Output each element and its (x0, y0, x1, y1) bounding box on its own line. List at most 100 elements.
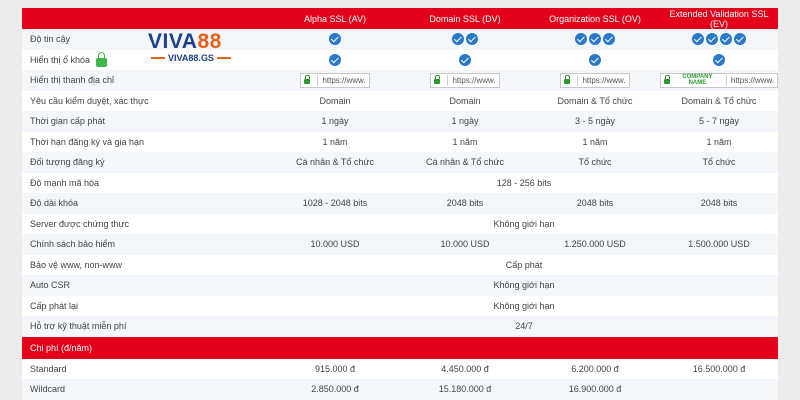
row-label: Wildcard (22, 379, 270, 400)
cell: 1 năm (322, 136, 348, 147)
cell-merged: Không giới hạn (493, 218, 555, 229)
cell: 2048 bits (530, 193, 660, 214)
header-alpha-ssl: Alpha SSL (AV) (270, 8, 400, 29)
address-dv: https://www. (400, 70, 530, 91)
price-cell: 4.450.000 đ (441, 363, 489, 374)
cell: 2048 bits (660, 193, 778, 214)
header-domain-ssl: Domain SSL (DV) (400, 8, 530, 29)
price-cell: 915.000 đ (314, 363, 356, 374)
row-label: Đối tượng đăng ký (22, 152, 270, 173)
ssl-comparison-table: Alpha SSL (AV) Domain SSL (DV) Organizat… (22, 8, 778, 400)
row-label: Auto CSR (22, 275, 270, 296)
trust-checks-ev (660, 29, 778, 50)
row-label: Hiển thị ổ khóa (30, 54, 91, 65)
pricing-title: Chi phí (đ/năm) (22, 336, 778, 359)
cell: Tổ chức (530, 152, 660, 173)
header-organization-ssl: Organization SSL (OV) (530, 8, 660, 29)
price-cell: 16.900.000 đ (530, 379, 660, 400)
lock-ov (530, 50, 660, 71)
address-bar-sample: https://www. (430, 72, 500, 88)
row-price-standard: Standard 915.000 đ 4.450.000 đ 6.200.000… (22, 359, 778, 380)
cell-merged: 128 - 256 bits (496, 177, 552, 188)
check-icon (713, 53, 725, 66)
cell: 1 ngày (400, 111, 530, 132)
lock-icon (564, 74, 571, 84)
padlock-icon (96, 51, 108, 67)
cell: 3 - 5 ngày (530, 111, 660, 132)
divider (317, 74, 319, 86)
row-term: Thời hạn đăng ký và gia hạn 1 năm 1 năm … (22, 132, 778, 153)
row-label: Standard (30, 363, 67, 374)
lock-icon (434, 74, 441, 84)
divider (447, 74, 449, 86)
cell: 1028 - 2048 bits (270, 193, 400, 214)
logo-number: 88 (197, 30, 222, 53)
cell-merged: Cấp phát (505, 259, 543, 270)
cell: Domain & Tổ chức (681, 95, 757, 106)
address-ev: COMPANY NAME https://www. (660, 70, 778, 91)
check-icon (466, 33, 478, 46)
row-auto-csr: Auto CSR Không giới hạn (22, 275, 778, 296)
lock-dv (400, 50, 530, 71)
check-icon (734, 33, 746, 46)
row-lock: Hiển thị ổ khóa (22, 50, 778, 71)
price-cell: 2.850.000 đ (270, 379, 400, 400)
row-encryption: Độ mạnh mã hóa 128 - 256 bits (22, 173, 778, 194)
cell: 10.000 USD (400, 234, 530, 255)
row-price-wildcard: Wildcard 2.850.000 đ 15.180.000 đ 16.900… (22, 379, 778, 400)
row-label: Cấp phát lại (30, 300, 79, 311)
row-www: Bảo vệ www, non-www Cấp phát (22, 255, 778, 276)
cell: 10.000 USD (270, 234, 400, 255)
viva88-logo: VIVA88 VIVA88.GS (148, 30, 258, 66)
row-insurance: Chính sách bảo hiểm 10.000 USD 10.000 US… (22, 234, 778, 255)
check-icon (603, 33, 615, 46)
logo-brand: VIVA (148, 30, 198, 53)
row-address-bar: Hiển thị thanh địa chỉ https://www. http… (22, 70, 778, 91)
pricing-section-header: Chi phí (đ/năm) (22, 336, 778, 359)
url-text: https://www. (452, 75, 496, 85)
table-header-row: Alpha SSL (AV) Domain SSL (DV) Organizat… (22, 8, 778, 29)
price-cell: 16.500.000 đ (692, 363, 746, 374)
row-label: Độ mạnh mã hóa (30, 177, 100, 188)
price-cell: 15.180.000 đ (400, 379, 530, 400)
row-key-length: Độ dài khóa 1028 - 2048 bits 2048 bits 2… (22, 193, 778, 214)
row-label: Bảo vệ www, non-www (30, 259, 123, 270)
cell-merged: 24/7 (270, 316, 778, 337)
row-trust: Độ tin cậy (22, 29, 778, 50)
lock-ev (660, 50, 778, 71)
check-icon (589, 53, 601, 66)
divider (577, 74, 579, 86)
company-name: COMPANY NAME (682, 74, 713, 87)
url-text: https://www. (730, 75, 774, 85)
cell: 1 năm (706, 136, 732, 147)
cell: Domain (319, 95, 351, 106)
lock-av (270, 50, 400, 71)
check-icon (459, 53, 471, 66)
check-icon (692, 33, 704, 46)
row-label: Hiển thị thanh địa chỉ (22, 70, 270, 91)
address-bar-sample-ev: COMPANY NAME https://www. (660, 72, 778, 88)
row-label: Thời gian cấp phát (22, 111, 270, 132)
row-reissue: Cấp phát lại Không giới hạn (22, 296, 778, 317)
cell: 5 - 7 ngày (660, 111, 778, 132)
cell: Domain (449, 95, 481, 106)
row-servers: Server được chứng thực Không giới hạn (22, 214, 778, 235)
row-label: Chính sách bảo hiểm (22, 234, 270, 255)
divider (725, 74, 727, 86)
ssl-comparison-panel: Alpha SSL (AV) Domain SSL (DV) Organizat… (22, 8, 778, 400)
row-label: Thời hạn đăng ký và gia hạn (30, 136, 144, 147)
cell: Domain & Tổ chức (557, 95, 633, 106)
check-icon (589, 33, 601, 46)
price-cell (660, 379, 778, 400)
check-icon (329, 33, 341, 46)
cell: 1.250.000 USD (530, 234, 660, 255)
row-label: Server được chứng thực (30, 218, 130, 229)
cell: 1 năm (452, 136, 478, 147)
header-ev-ssl: Extended Validation SSL (EV) (660, 8, 778, 29)
row-subject: Đối tượng đăng ký Cá nhân & Tổ chức Cá n… (22, 152, 778, 173)
logo-site-text: VIVA88.GS (168, 53, 214, 63)
cell: 1 ngày (270, 111, 400, 132)
header-blank (22, 8, 270, 29)
cell: 1.500.000 USD (660, 234, 778, 255)
divider (216, 57, 231, 59)
